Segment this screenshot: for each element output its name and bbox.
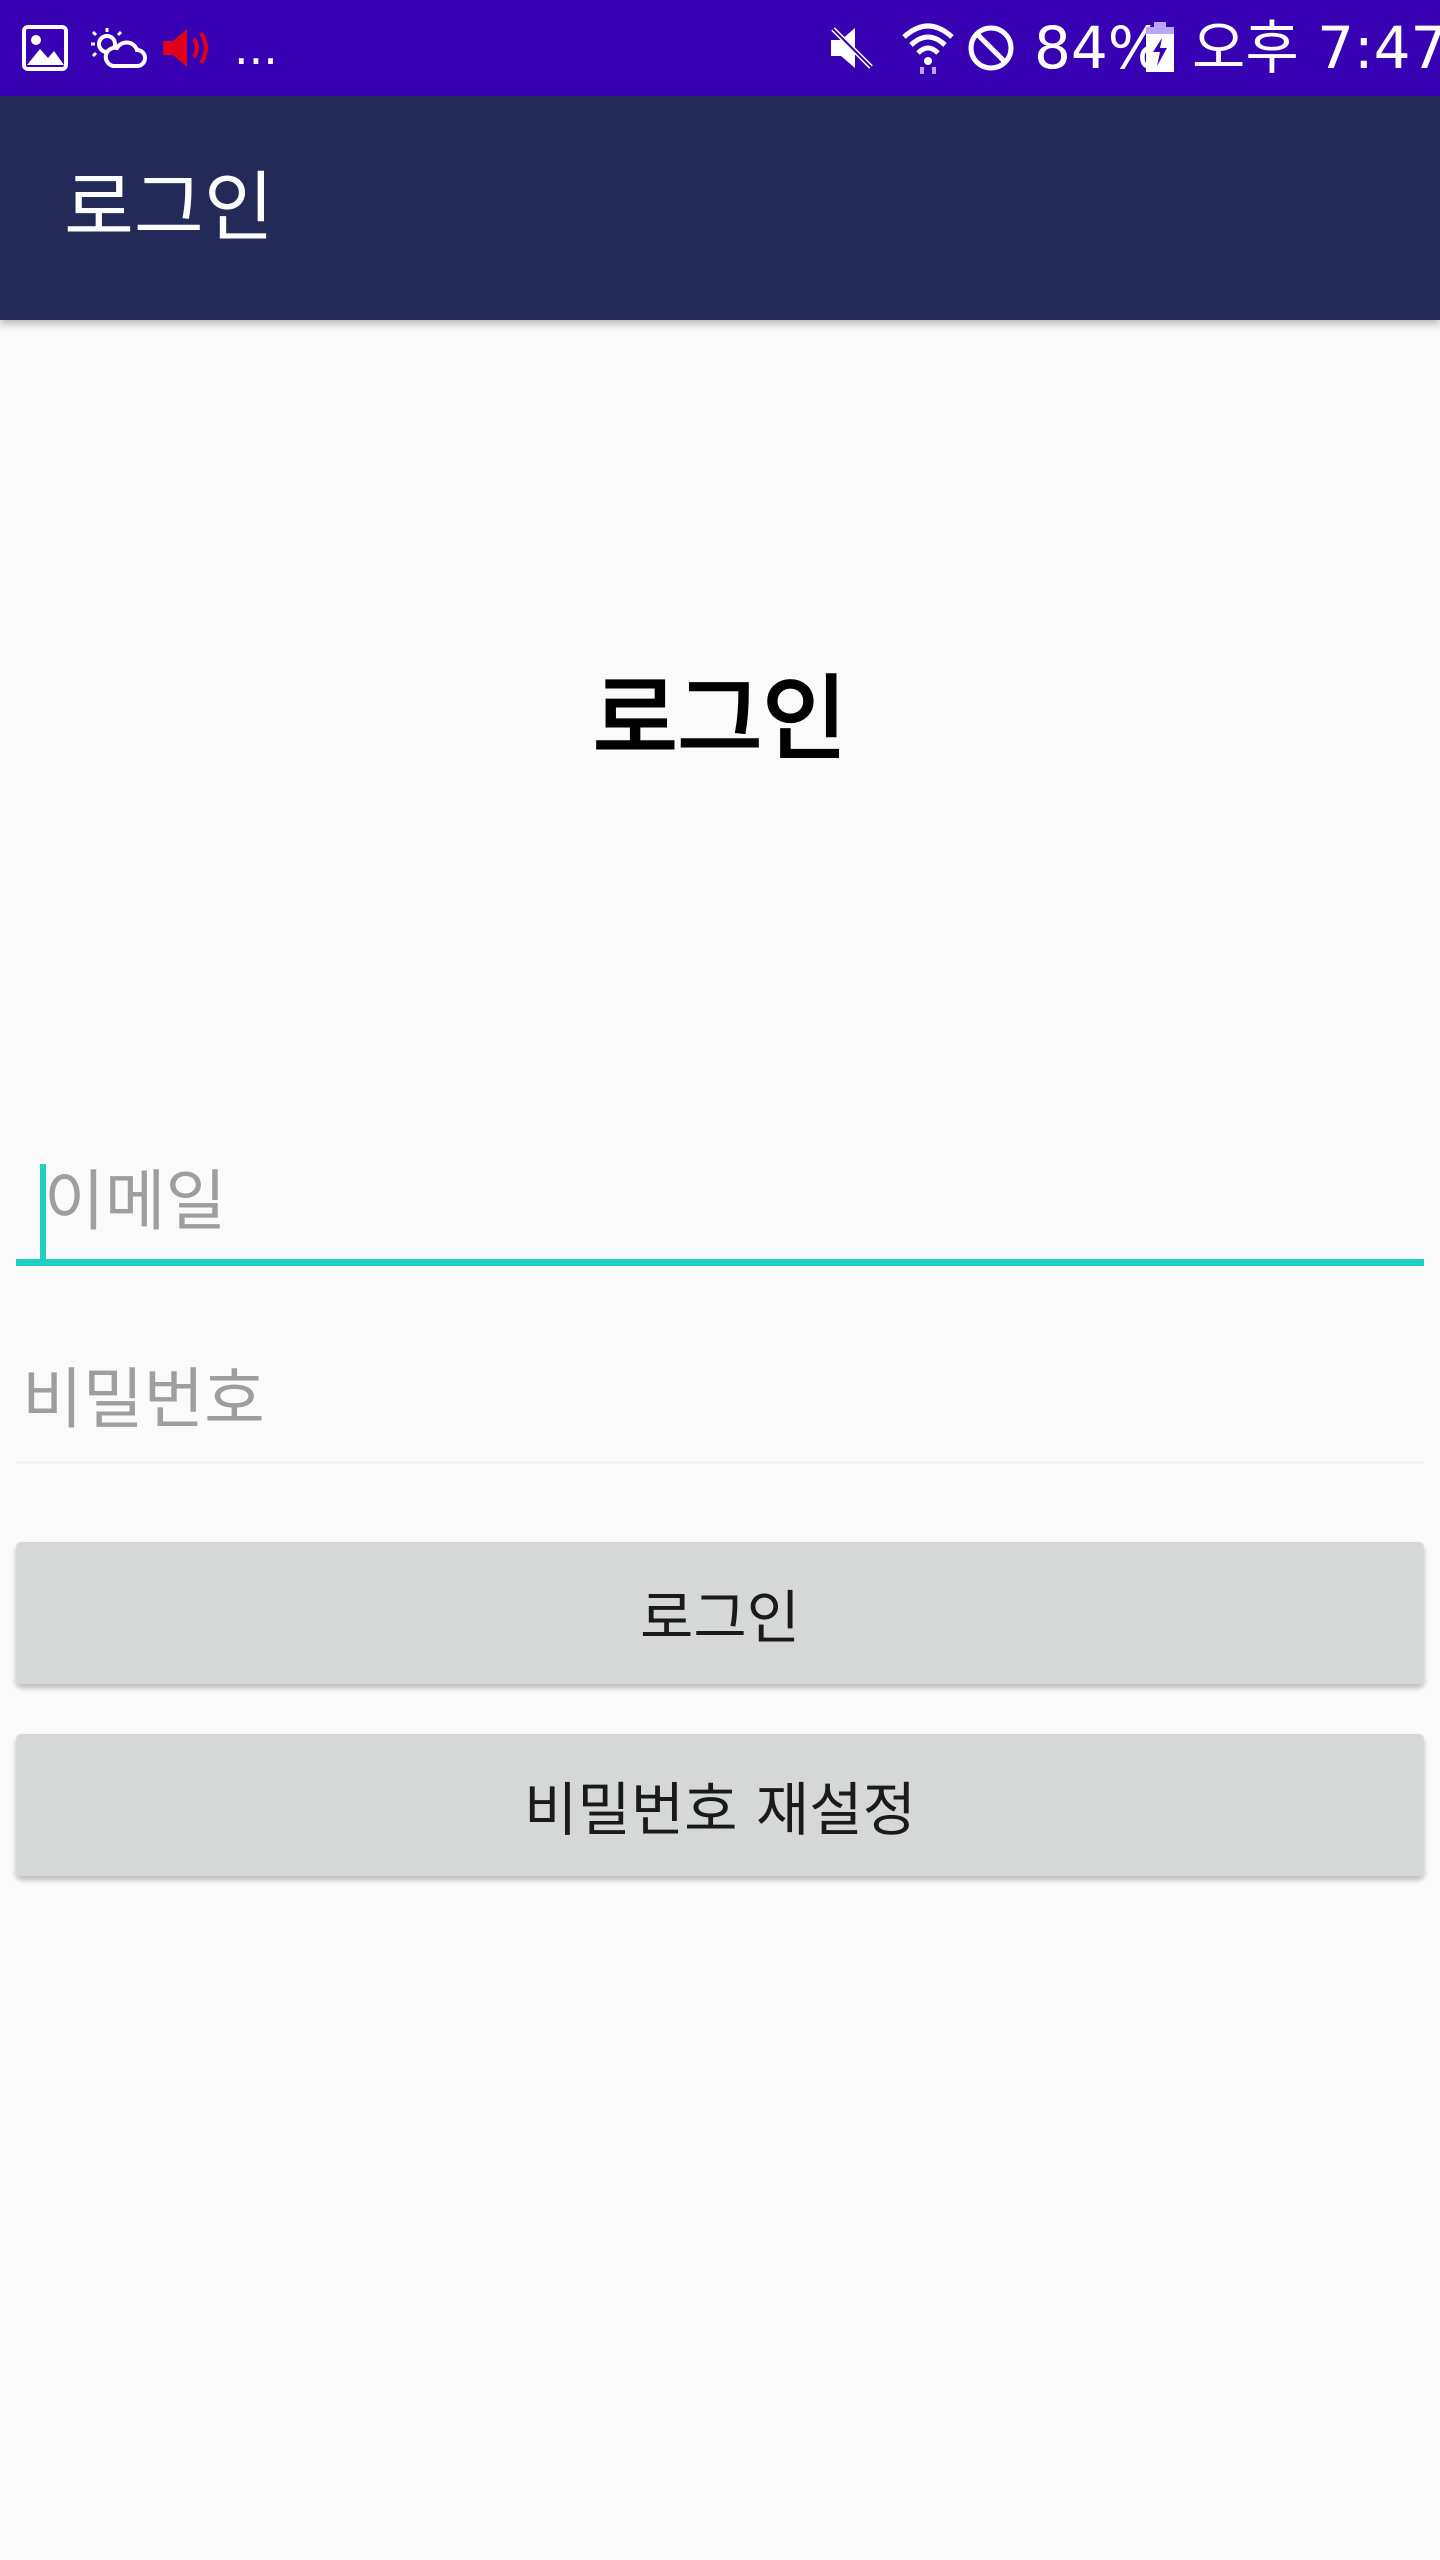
password-field[interactable] [16, 1334, 1424, 1464]
block-icon [962, 0, 1020, 96]
app-bar-title: 로그인 [64, 163, 274, 252]
login-screen: ... 84% 오후 7:47 로그인 로그인 이메일 로그인 비밀번호 재설정 [0, 0, 1440, 2560]
weather-icon [86, 0, 148, 96]
login-button[interactable]: 로그인 [16, 1542, 1424, 1684]
email-field-container [16, 1136, 1424, 1266]
image-icon [20, 0, 70, 96]
status-bar: ... 84% 오후 7:47 [0, 0, 1440, 96]
app-bar: 로그인 [0, 96, 1440, 320]
email-field-underline [16, 1259, 1424, 1266]
page-title: 로그인 [593, 666, 847, 773]
password-field-container [16, 1334, 1424, 1464]
wifi-icon [898, 0, 958, 96]
password-field-underline [16, 1461, 1424, 1464]
email-field[interactable] [16, 1136, 1424, 1266]
speaker-icon [160, 0, 216, 96]
battery-icon [1142, 0, 1178, 96]
more-notifications-icon: ... [234, 21, 278, 75]
mute-icon [824, 0, 880, 96]
status-time: 오후 7:47 [1192, 14, 1440, 82]
reset-password-button[interactable]: 비밀번호 재설정 [16, 1734, 1424, 1876]
text-cursor [40, 1164, 46, 1260]
